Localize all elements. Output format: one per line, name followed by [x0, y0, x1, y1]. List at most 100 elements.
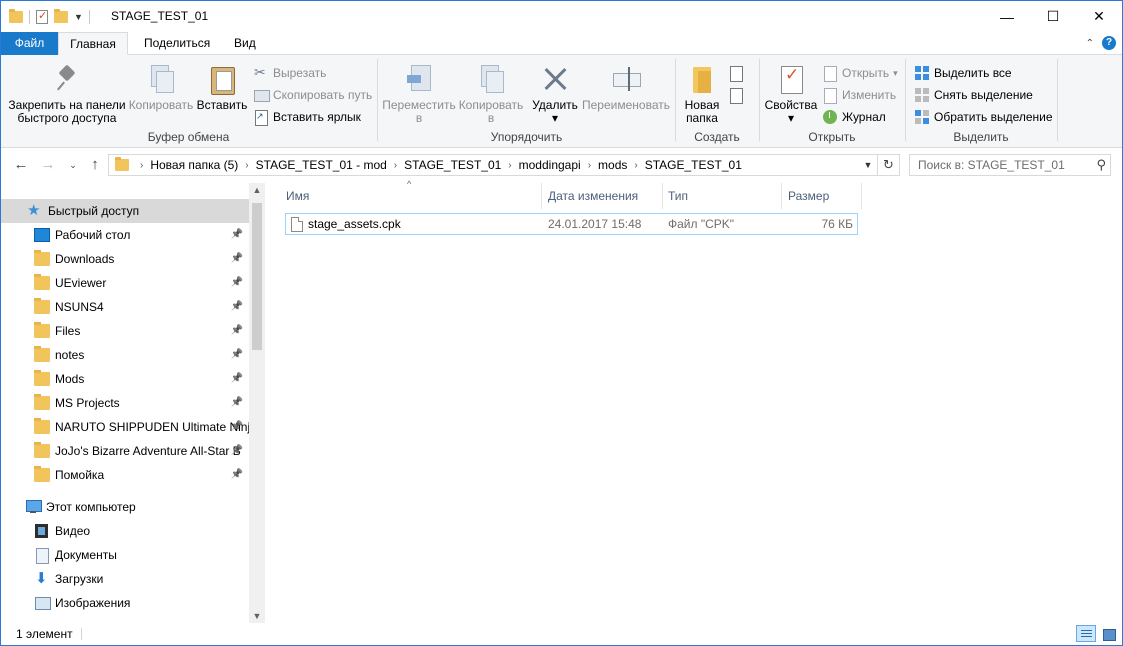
sidebar-item-quick[interactable]: MS Projects 📌	[1, 391, 249, 415]
invert-selection-label: Обратить выделение	[934, 110, 1053, 124]
history-button[interactable]: Журнал	[822, 107, 886, 127]
tab-file[interactable]: Файл	[1, 32, 58, 55]
column-header-size[interactable]: Размер	[781, 183, 861, 209]
close-button[interactable]: ✕	[1076, 1, 1122, 32]
group-open: Свойства ▾ Открыть ▾ Изменить Журнал Отк…	[760, 59, 904, 146]
scroll-down-icon[interactable]: ▼	[249, 611, 265, 621]
tree-item-label: Помойка	[55, 468, 105, 482]
recent-locations-button[interactable]: ⌄	[63, 155, 83, 175]
sidebar-item-quick[interactable]: NSUNS4 📌	[1, 295, 249, 319]
sidebar-item-quick[interactable]: Помойка 📌	[1, 463, 249, 487]
group-clipboard: Закрепить на панели быстрого доступа Коп…	[1, 59, 376, 146]
minimize-button[interactable]: —	[984, 1, 1030, 32]
paste-button[interactable]: Вставить	[195, 63, 249, 112]
rename-button[interactable]: Переименовать	[580, 63, 672, 112]
move-label-2: в	[415, 111, 423, 125]
search-input[interactable]: Поиск в: STAGE_TEST_01 ⚲	[909, 154, 1111, 176]
breadcrumb-chevron-icon[interactable]: ›	[634, 160, 637, 171]
tree-item-label: Mods	[55, 372, 85, 386]
tab-home[interactable]: Главная	[58, 32, 128, 55]
select-none-button[interactable]: Снять выделение	[914, 85, 1033, 105]
documents-icon	[34, 548, 50, 564]
paste-shortcut-button[interactable]: Вставить ярлык	[253, 107, 361, 127]
collapse-ribbon-icon[interactable]: ⌃	[1086, 38, 1094, 49]
pin-quick-access-button[interactable]: Закрепить на панели быстрого доступа	[7, 63, 127, 125]
tree-item-label: UEviewer	[55, 276, 107, 290]
breadcrumb-item[interactable]: Новая папка (5)	[150, 158, 238, 172]
tab-view[interactable]: Вид	[222, 32, 268, 55]
breadcrumb-item[interactable]: mods	[598, 158, 627, 172]
copy-path-button[interactable]: Скопировать путь	[253, 85, 372, 105]
move-to-button[interactable]: Переместить в	[382, 63, 456, 125]
up-button[interactable]: ↑	[85, 155, 105, 175]
scroll-up-icon[interactable]: ▲	[249, 185, 265, 195]
properties-button[interactable]: Свойства ▾	[762, 63, 820, 125]
back-button[interactable]: ←	[11, 155, 31, 175]
breadcrumb-chevron-icon[interactable]: ›	[140, 160, 143, 171]
forward-button[interactable]: →	[38, 155, 58, 175]
sidebar-item-this-pc[interactable]: Этот компьютер	[1, 495, 249, 519]
tree-item-label: Изображения	[55, 596, 131, 610]
new-folder-button[interactable]: Новая папка	[678, 63, 726, 125]
table-row[interactable]: stage_assets.cpk 24.01.2017 15:48 Файл "…	[285, 213, 858, 235]
sidebar-item-quick[interactable]: UEviewer 📌	[1, 271, 249, 295]
group-label-select: Выделить	[953, 130, 1009, 144]
sidebar-item-quick[interactable]: Files 📌	[1, 319, 249, 343]
file-icon	[291, 217, 303, 232]
copy-button[interactable]: Копировать	[127, 63, 195, 112]
sidebar-item-pc[interactable]: Документы	[1, 543, 249, 567]
easy-access-button[interactable]	[728, 85, 744, 105]
sidebar-item-quick[interactable]: Downloads 📌	[1, 247, 249, 271]
delete-button[interactable]: Удалить ▾	[528, 63, 582, 125]
pin-icon: 📌	[230, 421, 243, 432]
refresh-button[interactable]: ↻	[878, 154, 900, 176]
details-view-icon[interactable]	[1076, 625, 1096, 642]
sidebar-item-quick[interactable]: JoJo's Bizarre Adventure All-Star B 📌	[1, 439, 249, 463]
sidebar-item-quick[interactable]: NARUTO SHIPPUDEN Ultimate Ninja 📌	[1, 415, 249, 439]
open-button[interactable]: Открыть ▾	[822, 63, 898, 83]
large-icons-view-icon[interactable]	[1098, 625, 1118, 642]
status-bar: 1 элемент	[1, 623, 1122, 645]
column-header-name[interactable]: Имя	[279, 183, 541, 209]
column-header-type[interactable]: Тип	[661, 183, 781, 209]
invert-selection-button[interactable]: Обратить выделение	[914, 107, 1053, 127]
sidebar-item-quick-access[interactable]: Быстрый доступ	[1, 199, 249, 223]
cut-button[interactable]: Вырезать	[253, 63, 326, 83]
help-icon[interactable]: ?	[1102, 36, 1116, 50]
breadcrumb-chevron-icon[interactable]: ›	[245, 160, 248, 171]
breadcrumb-item[interactable]: STAGE_TEST_01 - mod	[256, 158, 387, 172]
select-all-label: Выделить все	[934, 66, 1012, 80]
sidebar-item-quick[interactable]: Mods 📌	[1, 367, 249, 391]
tab-share[interactable]: Поделиться	[132, 32, 222, 55]
breadcrumb-chevron-icon[interactable]: ›	[588, 160, 591, 171]
sidebar-item-pc[interactable]: Загрузки	[1, 567, 249, 591]
column-header-date[interactable]: Дата изменения	[541, 183, 662, 209]
sidebar-item-quick[interactable]: Рабочий стол 📌	[1, 223, 249, 247]
sidebar-item-quick[interactable]: notes 📌	[1, 343, 249, 367]
breadcrumb-chevron-icon[interactable]: ›	[508, 160, 511, 171]
properties-icon[interactable]	[36, 9, 48, 24]
new-item-icon	[728, 65, 744, 82]
select-all-button[interactable]: Выделить все	[914, 63, 1012, 83]
scroll-thumb[interactable]	[252, 203, 262, 350]
sidebar-item-pc[interactable]: Изображения	[1, 591, 249, 615]
edit-button[interactable]: Изменить	[822, 85, 896, 105]
qat-customize-icon[interactable]: ▼	[74, 12, 83, 22]
new-item-button[interactable]	[728, 63, 744, 83]
breadcrumb-chevron-icon[interactable]: ›	[394, 160, 397, 171]
delete-icon	[539, 63, 571, 95]
copy-to-label-2: в	[487, 111, 495, 125]
address-history-dropdown[interactable]: ▼	[859, 155, 877, 175]
breadcrumb-item[interactable]: STAGE_TEST_01	[645, 158, 742, 172]
new-folder-icon[interactable]	[54, 9, 68, 23]
tree-item-label: Видео	[55, 524, 91, 538]
sidebar-item-pc[interactable]: Видео	[1, 519, 249, 543]
search-placeholder: Поиск в: STAGE_TEST_01	[918, 158, 1065, 172]
nav-scrollbar[interactable]: ▲ ▼	[249, 183, 265, 623]
breadcrumb-item[interactable]: moddingapi	[519, 158, 581, 172]
maximize-button[interactable]: ☐	[1030, 1, 1076, 32]
pin-icon: 📌	[230, 325, 243, 336]
copy-to-button[interactable]: Копировать в	[456, 63, 526, 125]
breadcrumb-item[interactable]: STAGE_TEST_01	[404, 158, 501, 172]
address-bar[interactable]: › Новая папка (5) › STAGE_TEST_01 - mod › STA…	[108, 154, 878, 176]
